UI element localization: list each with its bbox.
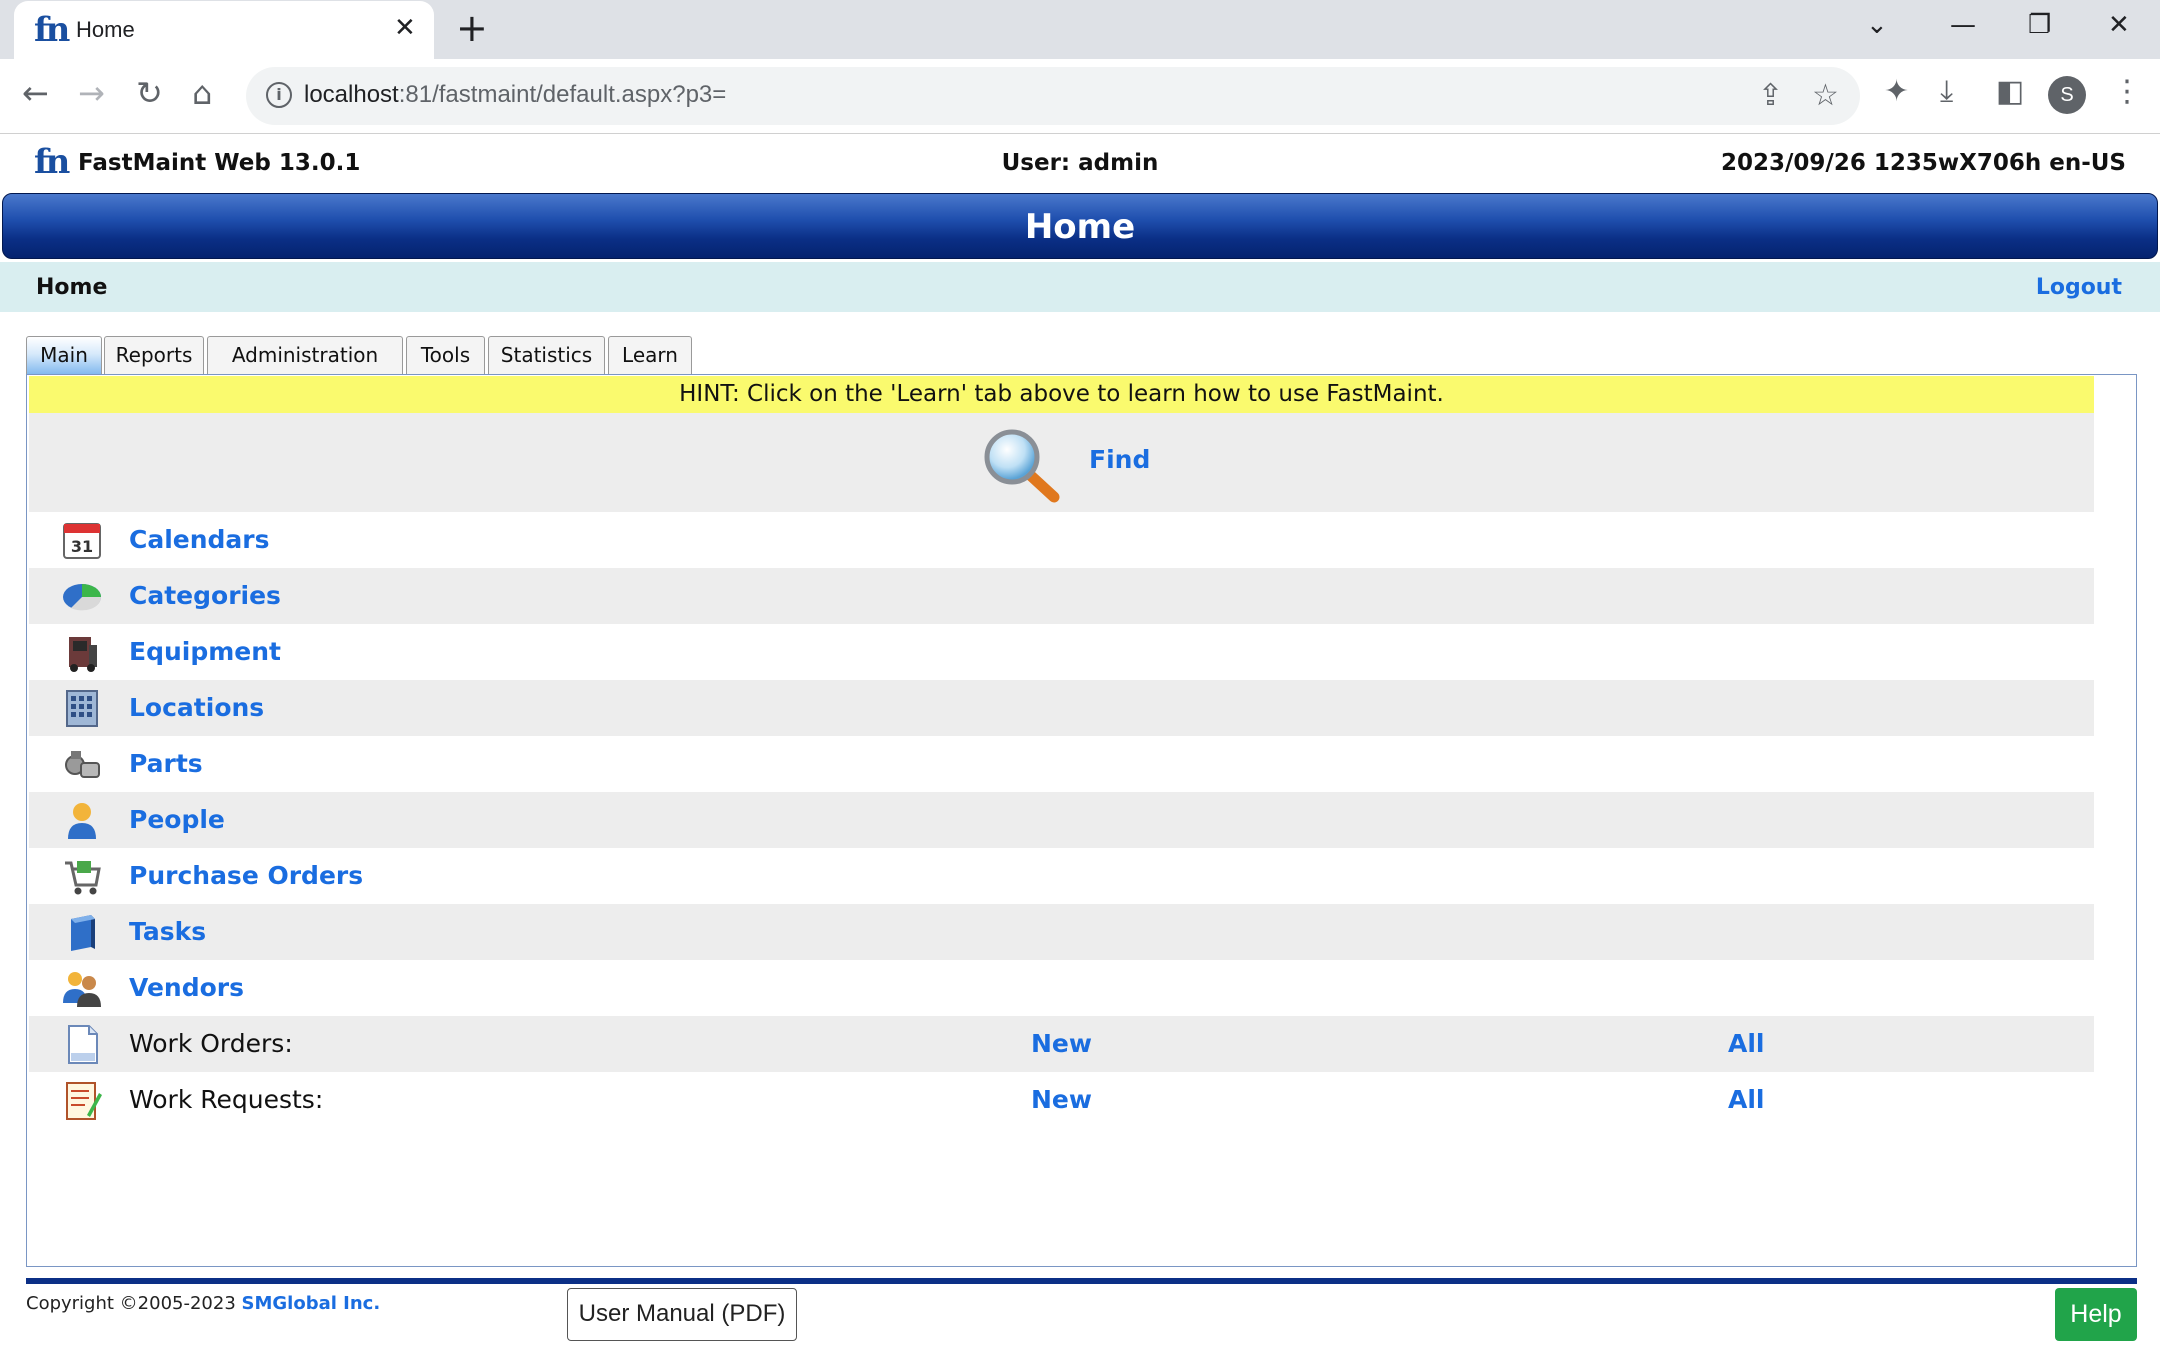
home-icon[interactable]: ⌂	[192, 75, 212, 111]
notepad-icon	[66, 1082, 102, 1120]
menu-row-calendars[interactable]: 31 Calendars	[29, 512, 2094, 568]
page-banner: Home	[2, 193, 2158, 259]
menu-row-locations[interactable]: Locations	[29, 680, 2094, 736]
tab-main[interactable]: Main	[26, 336, 102, 375]
vendors-icon	[63, 972, 101, 1007]
help-button[interactable]: Help	[2055, 1288, 2137, 1341]
browser-toolbar: ← → ↻ ⌂ i localhost:81/fastmaint/default…	[0, 59, 2160, 134]
menu-row-people[interactable]: People	[29, 792, 2094, 848]
menu-row-vendors[interactable]: Vendors	[29, 960, 2094, 1016]
browser-tab-title: Home	[76, 17, 135, 42]
svg-text:31: 31	[71, 537, 93, 556]
menu-row-equipment[interactable]: Equipment	[29, 624, 2094, 680]
people-link[interactable]: People	[129, 805, 225, 834]
download-icon[interactable]: ⤓	[1940, 75, 1953, 109]
logout-link[interactable]: Logout	[2036, 275, 2122, 300]
tab-administration[interactable]: Administration	[207, 336, 403, 375]
find-link[interactable]: Find	[1089, 445, 1150, 474]
share-icon[interactable]: ⇪	[1758, 79, 1783, 113]
work-requests-label: Work Requests:	[129, 1085, 324, 1114]
menu-row-tasks[interactable]: Tasks	[29, 904, 2094, 960]
date-resolution-stamp: 2023/09/26 1235wX706h en-US	[1721, 150, 2126, 176]
page-title: Home	[1024, 207, 1136, 247]
close-tab-icon[interactable]: ✕	[394, 13, 416, 43]
minimize-icon[interactable]: —	[1950, 10, 1976, 40]
magnifier-icon[interactable]	[982, 427, 1062, 505]
work-orders-new-link[interactable]: New	[1031, 1029, 1092, 1058]
side-panel-icon[interactable]: ◧	[1996, 75, 2024, 109]
address-bar[interactable]: i localhost:81/fastmaint/default.aspx?p3…	[246, 67, 1860, 125]
categories-link[interactable]: Categories	[129, 581, 281, 610]
vendors-link[interactable]: Vendors	[129, 973, 244, 1002]
tab-tools[interactable]: Tools	[406, 336, 485, 375]
parts-icon	[65, 751, 100, 778]
app-header: fn FastMaint Web 13.0.1 User: admin 2023…	[0, 135, 2160, 191]
building-icon	[66, 690, 98, 727]
breadcrumb: Home	[36, 275, 108, 300]
back-icon[interactable]: ←	[22, 75, 49, 111]
close-window-icon[interactable]: ✕	[2108, 10, 2130, 40]
purchase-orders-link[interactable]: Purchase Orders	[129, 861, 363, 890]
footer-divider	[26, 1278, 2137, 1284]
document-icon	[68, 1025, 98, 1064]
breadcrumb-bar: Home Logout	[0, 262, 2160, 312]
equipment-link[interactable]: Equipment	[129, 637, 281, 666]
equipment-icon	[69, 637, 97, 672]
work-requests-row: Work Requests: New All	[29, 1072, 2094, 1128]
site-info-icon[interactable]: i	[266, 82, 292, 108]
menu-row-parts[interactable]: Parts	[29, 736, 2094, 792]
calendars-link[interactable]: Calendars	[129, 525, 270, 554]
company-link[interactable]: SMGlobal Inc.	[242, 1293, 381, 1314]
work-requests-all-link[interactable]: All	[1728, 1085, 1765, 1114]
cart-icon	[65, 861, 101, 895]
parts-link[interactable]: Parts	[129, 749, 203, 778]
find-row: Find	[29, 413, 2094, 512]
tab-statistics[interactable]: Statistics	[488, 336, 605, 375]
categories-icon	[63, 584, 102, 611]
hint-bar: HINT: Click on the 'Learn' tab above to …	[29, 376, 2094, 413]
work-requests-new-link[interactable]: New	[1031, 1085, 1092, 1114]
tasks-icon	[71, 915, 95, 951]
tab-search-icon[interactable]: ⌄	[1866, 10, 1888, 40]
person-icon	[68, 803, 96, 839]
menu-kebab-icon[interactable]: ⋮	[2112, 75, 2142, 109]
menu-row-categories[interactable]: Categories	[29, 568, 2094, 624]
tab-reports[interactable]: Reports	[104, 336, 204, 375]
work-orders-row: Work Orders: New All	[29, 1016, 2094, 1072]
forward-icon[interactable]: →	[78, 75, 105, 111]
calendar-icon: 31	[63, 523, 101, 559]
copyright-text: Copyright ©2005-2023	[26, 1293, 242, 1314]
restore-icon[interactable]: ❐	[2028, 10, 2051, 40]
work-orders-label: Work Orders:	[129, 1029, 293, 1058]
user-manual-button[interactable]: User Manual (PDF)	[567, 1288, 797, 1341]
menu-row-purchase-orders[interactable]: Purchase Orders	[29, 848, 2094, 904]
tasks-link[interactable]: Tasks	[129, 917, 206, 946]
fastmaint-favicon-icon: fn	[34, 10, 70, 50]
main-panel: HINT: Click on the 'Learn' tab above to …	[26, 374, 2137, 1267]
extensions-icon[interactable]: ✦	[1884, 75, 1909, 109]
copyright: Copyright ©2005-2023 SMGlobal Inc.	[26, 1293, 380, 1314]
new-tab-icon[interactable]: +	[456, 8, 488, 48]
profile-avatar[interactable]: S	[2048, 76, 2086, 114]
url-text[interactable]: localhost:81/fastmaint/default.aspx?p3=	[304, 81, 726, 109]
work-orders-all-link[interactable]: All	[1728, 1029, 1765, 1058]
locations-link[interactable]: Locations	[129, 693, 264, 722]
browser-tab[interactable]: fn Home ✕	[14, 1, 434, 60]
tab-learn[interactable]: Learn	[608, 336, 692, 375]
reload-icon[interactable]: ↻	[136, 75, 163, 111]
browser-tabstrip: fn Home ✕ + ⌄ — ❐ ✕	[0, 0, 2160, 60]
bookmark-star-icon[interactable]: ☆	[1812, 79, 1839, 113]
